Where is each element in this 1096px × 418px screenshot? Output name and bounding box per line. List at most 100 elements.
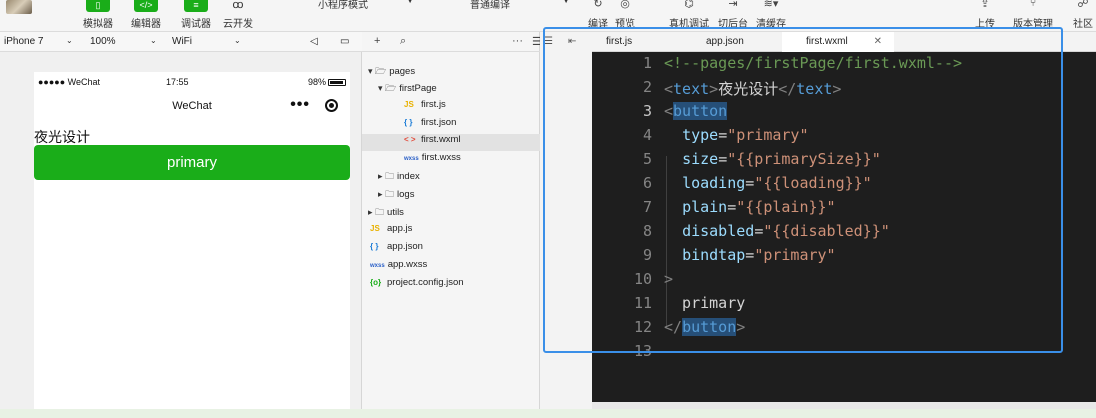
user-avatar[interactable] (6, 0, 32, 14)
eye-icon: ◎ (620, 0, 630, 10)
tree-file-app-json[interactable]: { } app.json (370, 241, 423, 258)
window-icon[interactable]: ▭ (340, 36, 349, 47)
tree-file-app-wxss[interactable]: wxss app.wxss (370, 259, 427, 276)
json-file-icon: { } (404, 118, 413, 127)
version-management-button[interactable]: ⑂ 版本管理 (1013, 0, 1053, 32)
debug-icon: ≡ (184, 0, 208, 12)
status-strip (0, 409, 1096, 418)
tree-file-first-js[interactable]: JS first.js (404, 99, 446, 116)
close-capsule-icon[interactable] (325, 99, 338, 112)
chevron-down-icon[interactable]: ⌄ (234, 36, 241, 45)
code-area[interactable]: 1 <!--pages/firstPage/first.wxml--> 2 <t… (592, 52, 1096, 402)
tab-first-js[interactable]: first.js (592, 32, 672, 52)
simulator-button[interactable]: ▯ 模拟器 (78, 0, 118, 32)
debugger-button[interactable]: ≡ 调试器 (176, 0, 216, 32)
mode-select[interactable]: 小程序模式 ▼ (318, 0, 414, 11)
js-file-icon: JS (370, 224, 380, 233)
search-icon[interactable]: ⌕ (400, 35, 406, 48)
zoom-select[interactable]: 100% (90, 36, 116, 47)
phone-nav-bar: WeChat ••• (34, 92, 350, 118)
primary-button[interactable]: primary (34, 145, 350, 180)
js-file-icon: JS (404, 100, 414, 109)
top-toolbar: ▯ 模拟器 </> 编辑器 ≡ 调试器 ꝏ 云开发 小程序模式 ▼ 普通编译 ▼ ↻… (0, 0, 1096, 32)
tree-file-first-wxml[interactable]: < > first.wxml (362, 134, 540, 151)
device-select[interactable]: iPhone 7 (4, 36, 43, 47)
community-button[interactable]: ☍ 社区 (1068, 0, 1096, 32)
simulator-label: 模拟器 (83, 19, 113, 30)
tree-file-first-wxss[interactable]: wxss first.wxss (404, 152, 461, 169)
explorer-toolbar: + ⌕ ··· ☰ (362, 32, 542, 52)
refresh-icon: ↻ (593, 0, 603, 10)
bug-icon: ⌬ (684, 0, 694, 10)
line-number: 3 (642, 102, 652, 120)
layers-icon: ≋▾ (763, 0, 779, 10)
chevron-down-icon[interactable]: ⌄ (150, 36, 157, 45)
code-line-11: primary (664, 294, 746, 312)
sound-icon[interactable]: ◁ (310, 36, 318, 47)
close-tab-icon[interactable]: ✕ (874, 32, 882, 52)
status-time: 17:55 (166, 77, 189, 87)
line-number: 12 (633, 318, 652, 336)
line-number: 5 (642, 150, 652, 168)
switch-background-button[interactable]: ⇥ 切后台 (718, 0, 748, 32)
tab-app-json[interactable]: app.json (682, 32, 780, 52)
more-icon[interactable]: ••• (290, 96, 310, 114)
battery-icon (328, 79, 346, 86)
folder-icon: ▸ 🗀 (378, 189, 395, 199)
debugger-label: 调试器 (181, 19, 211, 30)
tree-file-project-config[interactable]: {o} project.config.json (370, 277, 464, 294)
cloud-dev-button[interactable]: ꝏ 云开发 (218, 0, 258, 32)
code-line-2: <text>夜光设计</text> (664, 80, 842, 98)
editor-label: 编辑器 (131, 19, 161, 30)
clear-cache-button[interactable]: ≋▾ 清缓存 (756, 0, 786, 32)
editor-tabs: first.js app.json first.wxml ✕ (592, 32, 1096, 52)
code-line-8: disabled="{{disabled}}" (682, 222, 890, 240)
editor-button[interactable]: </> 编辑器 (126, 0, 166, 32)
code-editor: ☰ ⇤ first.js app.json first.wxml ✕ 1 <!--… (540, 32, 1096, 418)
code-line-10: > (664, 270, 674, 288)
line-number: 1 (642, 54, 652, 72)
cloud-icon: ꝏ (232, 0, 244, 11)
battery-percent: 98% (307, 77, 326, 87)
tree-folder-pages[interactable]: ▾ 🗁 pages (368, 64, 415, 81)
code-line-6: loading="{{loading}}" (682, 174, 872, 192)
switch-icon: ⇥ (728, 0, 738, 10)
phone-icon: ▯ (86, 0, 110, 12)
preview-button[interactable]: ◎ 预览 (610, 0, 640, 32)
tree-file-first-json[interactable]: { } first.json (404, 117, 456, 134)
config-file-icon: {o} (370, 278, 382, 287)
network-select[interactable]: WiFi (172, 36, 192, 47)
tree-file-app-js[interactable]: JS app.js (370, 223, 412, 240)
line-number: 11 (633, 294, 652, 312)
compile-mode-select[interactable]: 普通编译 ▼ (470, 0, 570, 11)
add-icon[interactable]: + (374, 35, 380, 47)
chevron-down-icon[interactable]: ⌄ (66, 36, 73, 45)
page-text: 夜光设计 (34, 129, 90, 145)
line-number: 2 (642, 78, 652, 96)
tree-folder-utils[interactable]: ▸ 🗀 utils (368, 205, 404, 222)
line-number: 9 (642, 246, 652, 264)
more-icon[interactable]: ··· (512, 35, 523, 47)
code-line-3: <button (664, 102, 728, 120)
code-icon: </> (134, 0, 158, 12)
wxss-file-icon: wxss (404, 156, 419, 162)
simulator-toolbar: iPhone 7 ⌄ 100% ⌄ WiFi ⌄ ◁ ▭ (0, 32, 362, 52)
code-line-12: </button> (664, 318, 746, 336)
upload-button[interactable]: ⇪ 上传 (970, 0, 1000, 32)
line-number: 4 (642, 126, 652, 144)
caret-down-icon: ▼ (406, 0, 414, 5)
split-editor-icon[interactable]: ⇤ (568, 36, 576, 47)
tree-folder-index[interactable]: ▸ 🗀 index (378, 169, 420, 186)
line-number: 13 (633, 342, 652, 360)
tab-first-wxml[interactable]: first.wxml ✕ (782, 32, 894, 52)
code-line-4: type="primary" (682, 126, 809, 144)
real-device-debug-button[interactable]: ⌬ 真机调试 (669, 0, 709, 32)
editor-side-toolbar: ☰ ⇤ (540, 32, 592, 418)
folder-icon: ▸ 🗀 (368, 207, 385, 217)
wxss-file-icon: wxss (370, 263, 385, 269)
folder-open-icon: ▾ 🗁 (368, 66, 387, 76)
line-number: 6 (642, 174, 652, 192)
list-icon[interactable]: ☰ (544, 36, 553, 47)
tree-folder-firstpage[interactable]: ▾ 🗁 firstPage (378, 81, 437, 98)
tree-folder-logs[interactable]: ▸ 🗀 logs (378, 187, 414, 204)
